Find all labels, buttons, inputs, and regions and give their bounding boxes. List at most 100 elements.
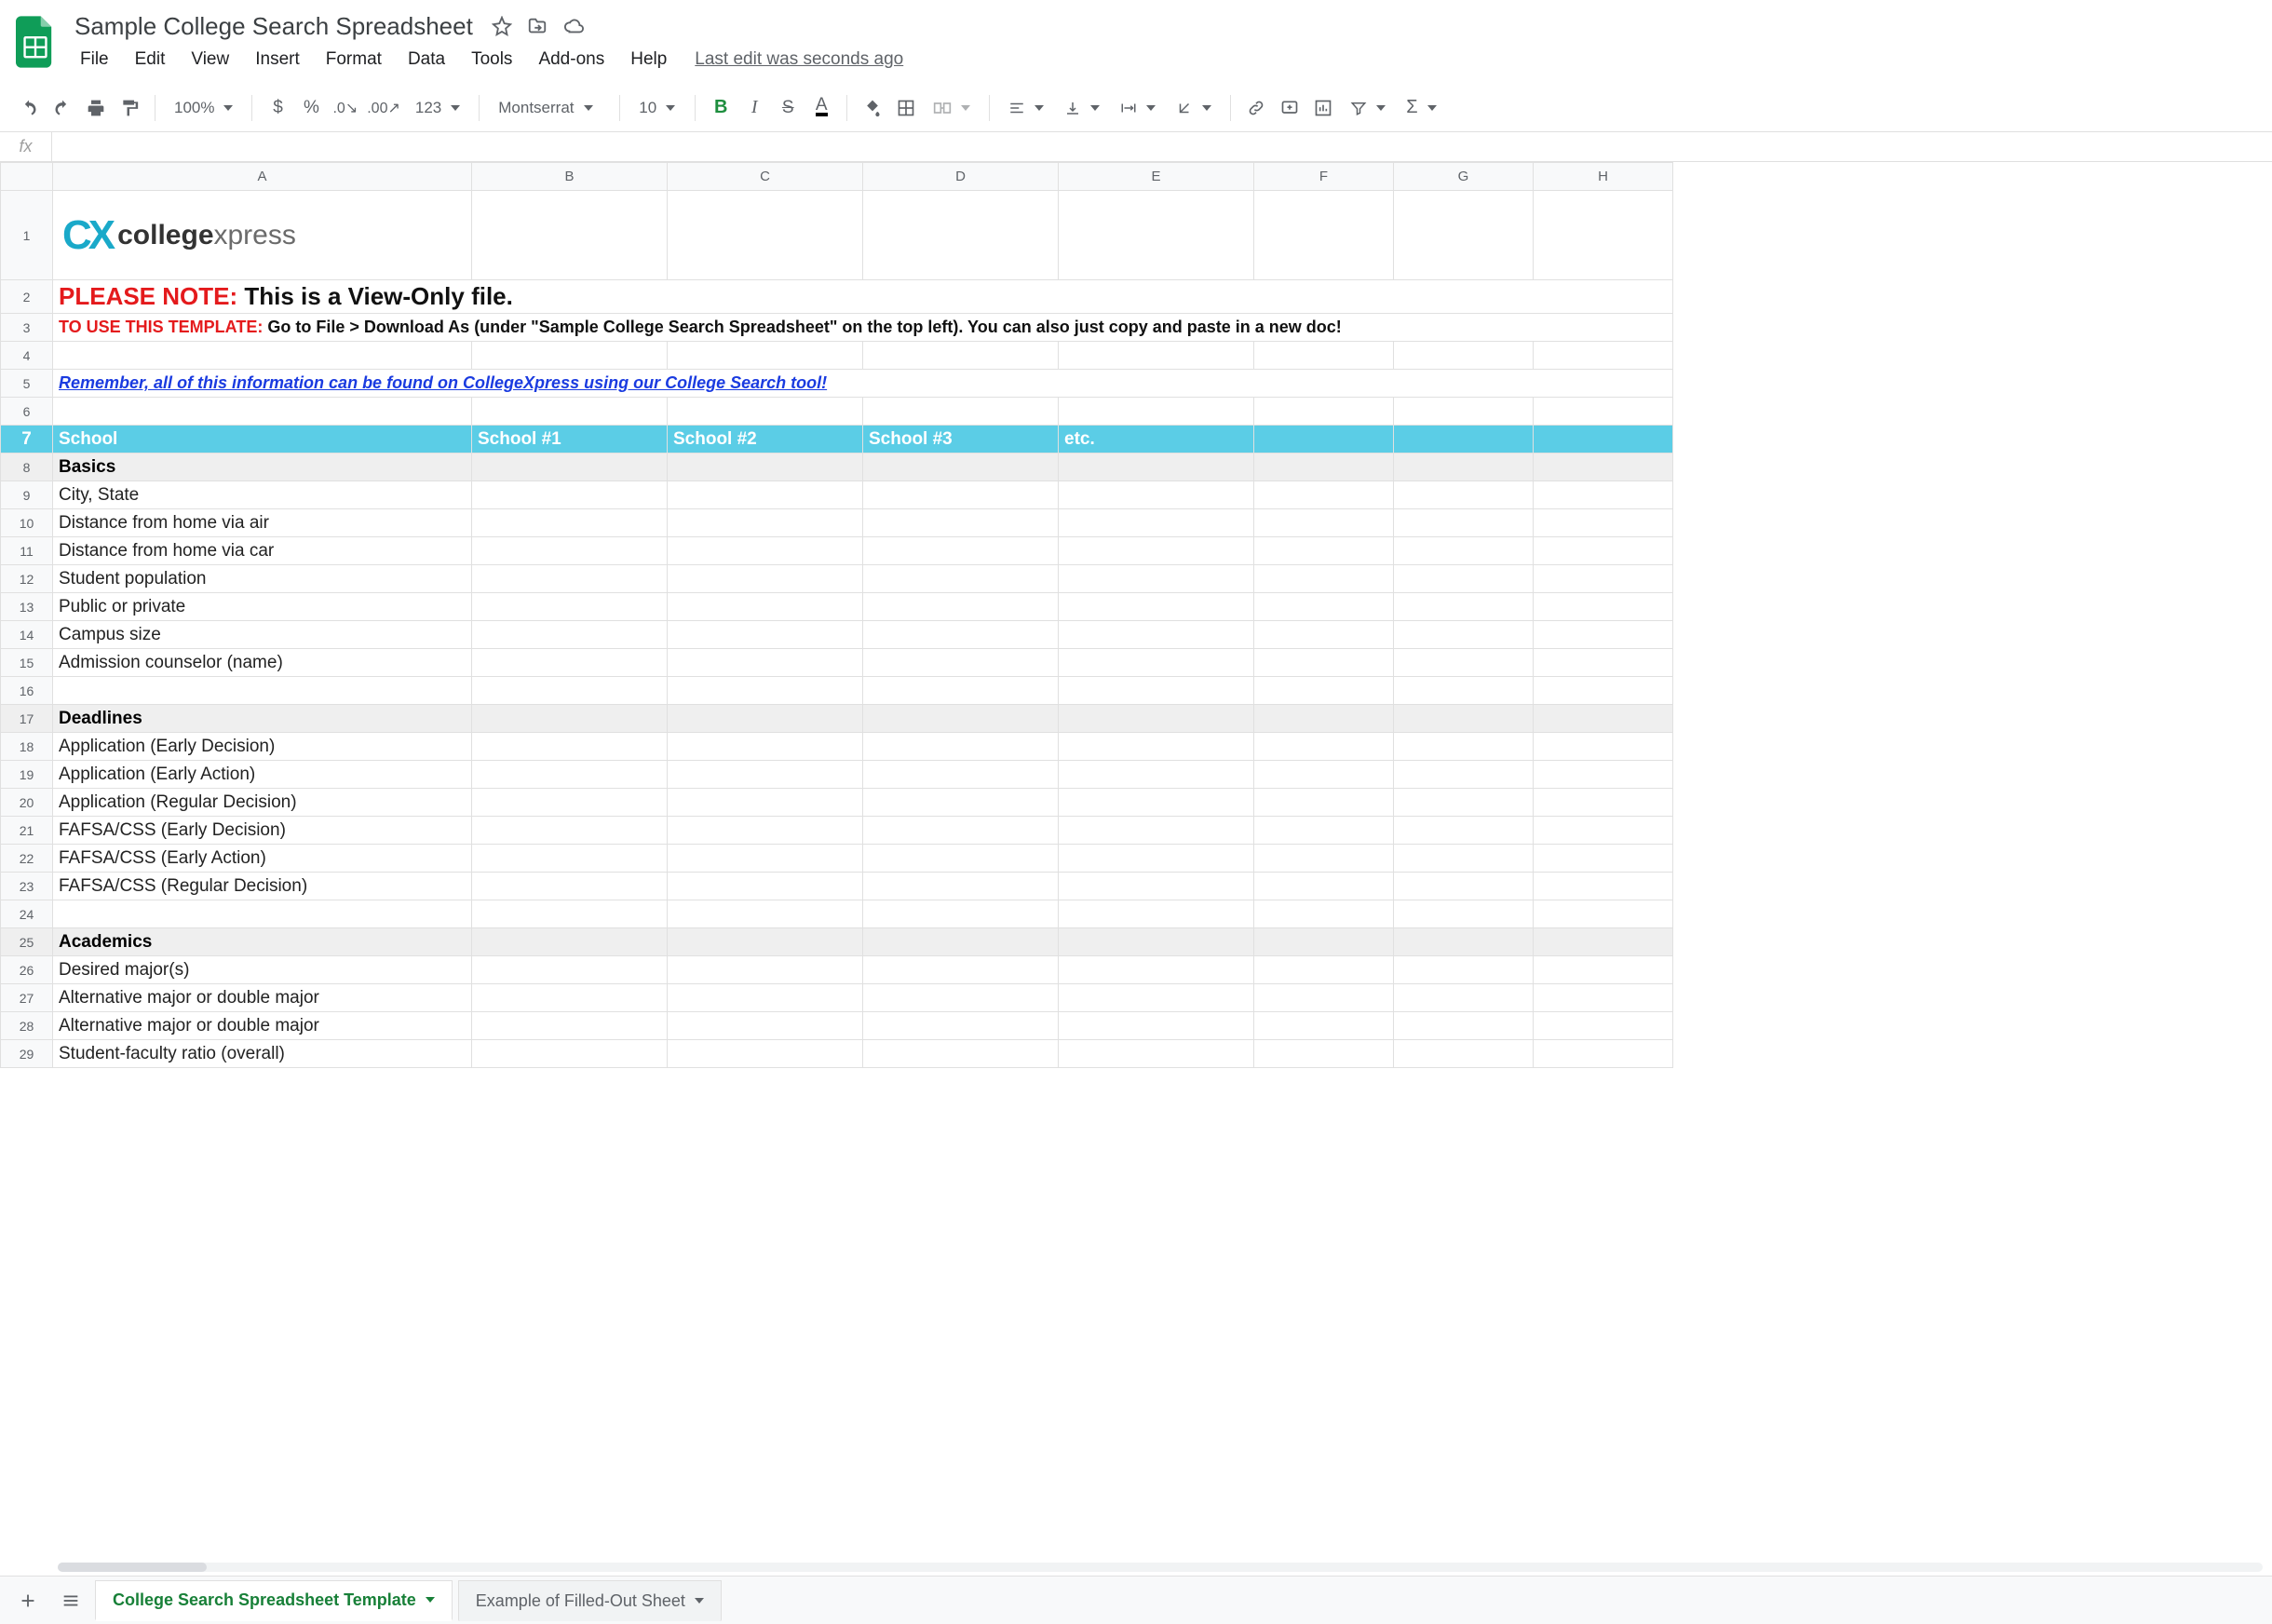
cell[interactable] xyxy=(863,649,1059,677)
cell[interactable] xyxy=(1394,1040,1534,1068)
menu-view[interactable]: View xyxy=(180,46,240,74)
row-header-13[interactable]: 13 xyxy=(1,593,53,621)
cell[interactable] xyxy=(1254,845,1394,873)
cell[interactable] xyxy=(1059,191,1254,280)
cell[interactable] xyxy=(1254,928,1394,956)
cell[interactable] xyxy=(863,191,1059,280)
cell[interactable] xyxy=(472,453,668,481)
cell[interactable] xyxy=(1534,956,1673,984)
cell[interactable] xyxy=(1534,621,1673,649)
cell[interactable] xyxy=(53,900,472,928)
cell[interactable] xyxy=(472,565,668,593)
cell[interactable] xyxy=(1254,565,1394,593)
text-wrap-button[interactable] xyxy=(1111,92,1165,124)
cell[interactable] xyxy=(1534,565,1673,593)
header-cell[interactable]: School #3 xyxy=(863,426,1059,453)
menu-file[interactable]: File xyxy=(69,46,120,74)
cell[interactable] xyxy=(668,481,863,509)
cell[interactable] xyxy=(1254,342,1394,370)
column-header-E[interactable]: E xyxy=(1059,163,1254,191)
cell[interactable] xyxy=(472,817,668,845)
cell[interactable] xyxy=(863,900,1059,928)
cell[interactable] xyxy=(1254,817,1394,845)
row-header-11[interactable]: 11 xyxy=(1,537,53,565)
font-size-select[interactable]: 10 xyxy=(629,92,685,124)
row-header-5[interactable]: 5 xyxy=(1,370,53,398)
row-label[interactable]: Admission counselor (name) xyxy=(53,649,472,677)
cell[interactable] xyxy=(1394,928,1534,956)
cell[interactable] xyxy=(668,649,863,677)
cell[interactable] xyxy=(668,705,863,733)
cell[interactable] xyxy=(1254,593,1394,621)
cell[interactable] xyxy=(668,593,863,621)
menu-addons[interactable]: Add-ons xyxy=(527,46,615,74)
percent-icon[interactable]: % xyxy=(295,92,327,124)
cell[interactable] xyxy=(53,677,472,705)
menu-insert[interactable]: Insert xyxy=(244,46,311,74)
cell[interactable] xyxy=(863,789,1059,817)
select-all-corner[interactable] xyxy=(1,163,53,191)
cell[interactable] xyxy=(1394,677,1534,705)
cell[interactable] xyxy=(1534,817,1673,845)
row-label[interactable]: Application (Early Action) xyxy=(53,761,472,789)
cell[interactable] xyxy=(1059,900,1254,928)
cell[interactable] xyxy=(1394,342,1534,370)
cell[interactable] xyxy=(1534,1012,1673,1040)
cell[interactable] xyxy=(668,761,863,789)
cell[interactable] xyxy=(863,453,1059,481)
strikethrough-button[interactable]: S xyxy=(772,92,804,124)
cell[interactable] xyxy=(1254,705,1394,733)
cell[interactable] xyxy=(1254,956,1394,984)
cell[interactable] xyxy=(1394,649,1534,677)
header-cell[interactable] xyxy=(1254,426,1394,453)
star-icon[interactable] xyxy=(492,16,512,36)
cell[interactable] xyxy=(1534,191,1673,280)
row-header-17[interactable]: 17 xyxy=(1,705,53,733)
cell[interactable] xyxy=(1534,984,1673,1012)
cell-instructions[interactable]: TO USE THIS TEMPLATE: Go to File > Downl… xyxy=(53,314,1673,342)
cell[interactable] xyxy=(472,342,668,370)
cell[interactable] xyxy=(863,873,1059,900)
cell[interactable] xyxy=(668,845,863,873)
cell[interactable] xyxy=(1254,649,1394,677)
cell[interactable] xyxy=(1254,873,1394,900)
cell[interactable] xyxy=(1254,984,1394,1012)
cell[interactable] xyxy=(1394,509,1534,537)
cell[interactable] xyxy=(1254,453,1394,481)
cell[interactable] xyxy=(863,1040,1059,1068)
cell[interactable] xyxy=(472,677,668,705)
cell[interactable] xyxy=(472,761,668,789)
insert-chart-icon[interactable] xyxy=(1307,92,1339,124)
cell[interactable] xyxy=(1059,342,1254,370)
cell[interactable] xyxy=(1394,621,1534,649)
row-header-3[interactable]: 3 xyxy=(1,314,53,342)
header-cell[interactable]: School #1 xyxy=(472,426,668,453)
row-label[interactable]: Application (Regular Decision) xyxy=(53,789,472,817)
cell[interactable] xyxy=(472,191,668,280)
cell[interactable] xyxy=(1394,565,1534,593)
insert-comment-icon[interactable] xyxy=(1274,92,1305,124)
cell[interactable] xyxy=(1394,593,1534,621)
cell[interactable] xyxy=(668,733,863,761)
cell[interactable] xyxy=(472,481,668,509)
cell[interactable] xyxy=(53,342,472,370)
cell[interactable] xyxy=(1394,984,1534,1012)
zoom-select[interactable]: 100% xyxy=(165,92,242,124)
row-label[interactable]: Desired major(s) xyxy=(53,956,472,984)
print-icon[interactable] xyxy=(80,92,112,124)
cell[interactable] xyxy=(1534,900,1673,928)
cell[interactable] xyxy=(668,677,863,705)
insert-link-icon[interactable] xyxy=(1240,92,1272,124)
cell[interactable] xyxy=(1059,873,1254,900)
cell[interactable] xyxy=(1394,817,1534,845)
column-header-H[interactable]: H xyxy=(1534,163,1673,191)
cell[interactable] xyxy=(1394,705,1534,733)
cell[interactable] xyxy=(863,956,1059,984)
cell[interactable] xyxy=(472,1040,668,1068)
cell[interactable] xyxy=(668,956,863,984)
row-header-4[interactable]: 4 xyxy=(1,342,53,370)
cell[interactable] xyxy=(1394,789,1534,817)
cell[interactable] xyxy=(863,1012,1059,1040)
row-header-27[interactable]: 27 xyxy=(1,984,53,1012)
cell[interactable] xyxy=(472,984,668,1012)
